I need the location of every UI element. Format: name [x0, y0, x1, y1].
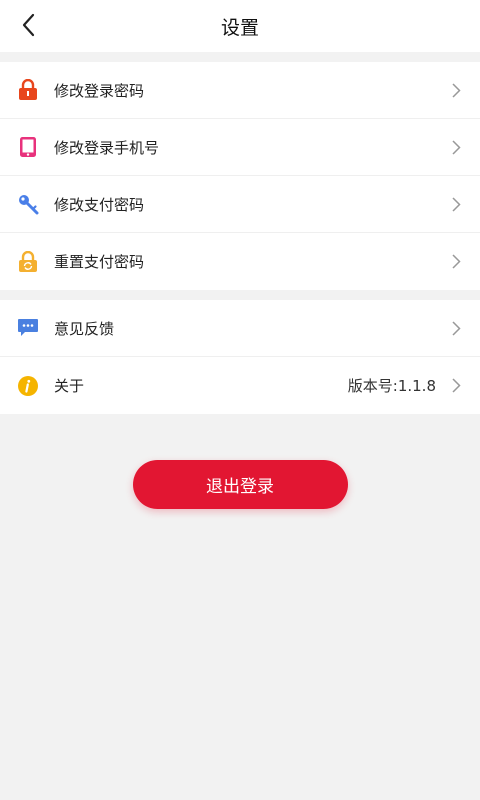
settings-item-label: 意见反馈 [54, 319, 115, 338]
settings-item-change-login-phone[interactable]: 修改登录手机号 [0, 119, 480, 176]
header-bar: 设置 [0, 0, 480, 52]
key-icon [17, 193, 39, 215]
settings-group-other: 意见反馈 关于 版本号:1.1.8 [0, 300, 480, 414]
chevron-right-icon [450, 196, 462, 212]
settings-item-change-login-password[interactable]: 修改登录密码 [0, 62, 480, 119]
section-divider [0, 52, 480, 62]
settings-item-change-pay-password[interactable]: 修改支付密码 [0, 176, 480, 233]
settings-item-label: 关于 [54, 377, 85, 395]
chevron-right-icon [450, 139, 462, 155]
page-title: 设置 [220, 16, 259, 39]
chevron-right-icon [450, 320, 462, 336]
settings-item-feedback[interactable]: 意见反馈 [0, 300, 480, 357]
logout-button[interactable]: 退出登录 [132, 460, 348, 509]
settings-item-about[interactable]: 关于 版本号:1.1.8 [0, 357, 480, 414]
settings-item-label: 重置支付密码 [54, 253, 145, 271]
lock-icon [17, 79, 39, 101]
reset-lock-icon [17, 250, 39, 273]
version-text: 版本号:1.1.8 [347, 377, 436, 395]
chevron-right-icon [450, 82, 462, 98]
logout-container: 退出登录 [0, 460, 480, 509]
chevron-right-icon [450, 378, 462, 394]
chat-icon [17, 317, 39, 339]
phone-icon [17, 136, 39, 158]
section-divider [0, 290, 480, 300]
settings-item-label: 修改登录密码 [54, 81, 145, 100]
info-icon [17, 375, 39, 397]
settings-item-label: 修改登录手机号 [54, 138, 160, 157]
chevron-right-icon [450, 254, 462, 270]
chevron-left-icon [22, 13, 35, 37]
back-button[interactable] [14, 10, 44, 40]
settings-group-account: 修改登录密码 修改登录手机号 修改支付密码 重置支付密码 [0, 62, 480, 290]
settings-item-reset-pay-password[interactable]: 重置支付密码 [0, 233, 480, 290]
settings-item-label: 修改支付密码 [54, 195, 145, 214]
